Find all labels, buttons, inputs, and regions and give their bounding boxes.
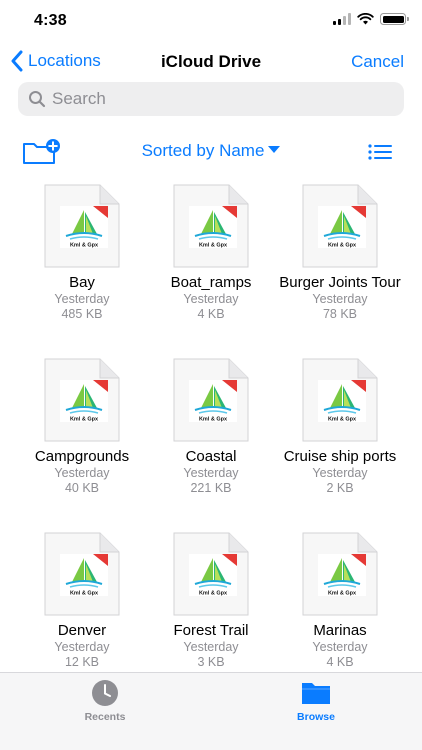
file-size: 4 KB (197, 307, 225, 321)
file-item[interactable]: Kml & Gpx Boat_ramps Yesterday 4 KB (145, 184, 277, 322)
logo-text: Kml & Gpx (70, 591, 99, 597)
file-date: Yesterday (54, 640, 110, 654)
file-date: Yesterday (183, 466, 239, 480)
clock-icon (92, 680, 118, 706)
file-size: 12 KB (64, 655, 100, 669)
status-time: 4:38 (34, 12, 67, 29)
wifi-icon (357, 13, 374, 25)
logo-text: Kml & Gpx (70, 243, 99, 249)
logo-text: Kml & Gpx (328, 243, 357, 249)
sort-button[interactable]: Sorted by Name (0, 141, 422, 161)
kml-gpx-logo: Kml & Gpx (60, 380, 108, 422)
file-name: Boat_ramps (170, 274, 252, 291)
file-name: Marinas (313, 622, 367, 639)
file-item[interactable]: Kml & Gpx Bay Yesterday 485 KB (16, 184, 148, 322)
file-thumbnail: Kml & Gpx (173, 358, 249, 442)
file-item[interactable]: Kml & Gpx Coastal Yesterday 221 KB (145, 358, 277, 496)
file-thumbnail: Kml & Gpx (44, 532, 120, 616)
file-size: 2 KB (326, 481, 354, 495)
file-thumbnail: Kml & Gpx (302, 532, 378, 616)
file-item[interactable]: Kml & Gpx Cruise ship ports Yesterday 2 … (274, 358, 406, 496)
file-date: Yesterday (183, 640, 239, 654)
tab-recents[interactable]: Recents (55, 679, 155, 723)
kml-gpx-logo: Kml & Gpx (189, 380, 237, 422)
file-name: Burger Joints Tour (279, 274, 401, 291)
file-date: Yesterday (54, 292, 110, 306)
logo-text: Kml & Gpx (199, 591, 228, 597)
sort-label: Sorted by Name (141, 141, 265, 160)
tab-browse-label: Browse (297, 711, 335, 723)
file-item[interactable]: Kml & Gpx Campgrounds Yesterday 40 KB (16, 358, 148, 496)
kml-gpx-logo: Kml & Gpx (189, 554, 237, 596)
file-item[interactable]: Kml & Gpx Burger Joints Tour Yesterday 7… (274, 184, 406, 322)
file-name: Campgrounds (34, 448, 130, 465)
signal-icon (333, 13, 351, 25)
file-item[interactable]: Kml & Gpx Denver Yesterday 12 KB (16, 532, 148, 670)
toolbar: Sorted by Name (0, 136, 422, 166)
file-size: 485 KB (61, 307, 103, 321)
kml-gpx-logo: Kml & Gpx (318, 554, 366, 596)
status-bar: 4:38 (0, 0, 422, 44)
folder-icon (302, 683, 330, 704)
file-item[interactable]: Kml & Gpx Forest Trail Yesterday 3 KB (145, 532, 277, 670)
tab-bar: Recents Browse (0, 672, 422, 750)
file-name: Bay (69, 274, 95, 291)
kml-gpx-logo: Kml & Gpx (318, 380, 366, 422)
file-item[interactable]: Kml & Gpx Marinas Yesterday 4 KB (274, 532, 406, 670)
search-input[interactable] (52, 89, 372, 109)
kml-gpx-logo: Kml & Gpx (60, 554, 108, 596)
logo-text: Kml & Gpx (70, 417, 99, 423)
file-thumbnail: Kml & Gpx (173, 184, 249, 268)
file-size: 221 KB (190, 481, 232, 495)
file-name: Coastal (185, 448, 237, 465)
list-view-icon[interactable] (368, 144, 392, 160)
logo-text: Kml & Gpx (328, 417, 357, 423)
file-name: Cruise ship ports (283, 448, 397, 465)
file-thumbnail: Kml & Gpx (44, 358, 120, 442)
file-size: 78 KB (322, 307, 358, 321)
file-size: 40 KB (64, 481, 100, 495)
logo-text: Kml & Gpx (199, 417, 228, 423)
file-name: Forest Trail (173, 622, 249, 639)
status-icons (333, 13, 409, 25)
file-date: Yesterday (312, 640, 368, 654)
logo-text: Kml & Gpx (328, 591, 357, 597)
file-date: Yesterday (54, 466, 110, 480)
logo-text: Kml & Gpx (199, 243, 228, 249)
file-thumbnail: Kml & Gpx (302, 184, 378, 268)
file-grid: Kml & Gpx Bay Yesterday 485 KB Kml & Gpx… (0, 184, 422, 670)
file-thumbnail: Kml & Gpx (173, 532, 249, 616)
file-thumbnail: Kml & Gpx (302, 358, 378, 442)
file-date: Yesterday (312, 292, 368, 306)
search-bar[interactable] (18, 82, 404, 116)
caret-down-icon (268, 146, 281, 154)
kml-gpx-logo: Kml & Gpx (189, 206, 237, 248)
navigation-bar: Locations iCloud Drive Cancel (0, 44, 422, 80)
cancel-button[interactable]: Cancel (351, 52, 404, 72)
battery-icon (380, 13, 409, 25)
file-size: 3 KB (197, 655, 225, 669)
file-date: Yesterday (183, 292, 239, 306)
tab-recents-label: Recents (84, 711, 126, 723)
file-date: Yesterday (312, 466, 368, 480)
file-size: 4 KB (326, 655, 354, 669)
tab-browse[interactable]: Browse (266, 679, 366, 723)
file-thumbnail: Kml & Gpx (44, 184, 120, 268)
file-name: Denver (57, 622, 107, 639)
kml-gpx-logo: Kml & Gpx (60, 206, 108, 248)
kml-gpx-logo: Kml & Gpx (318, 206, 366, 248)
search-icon (29, 91, 46, 108)
